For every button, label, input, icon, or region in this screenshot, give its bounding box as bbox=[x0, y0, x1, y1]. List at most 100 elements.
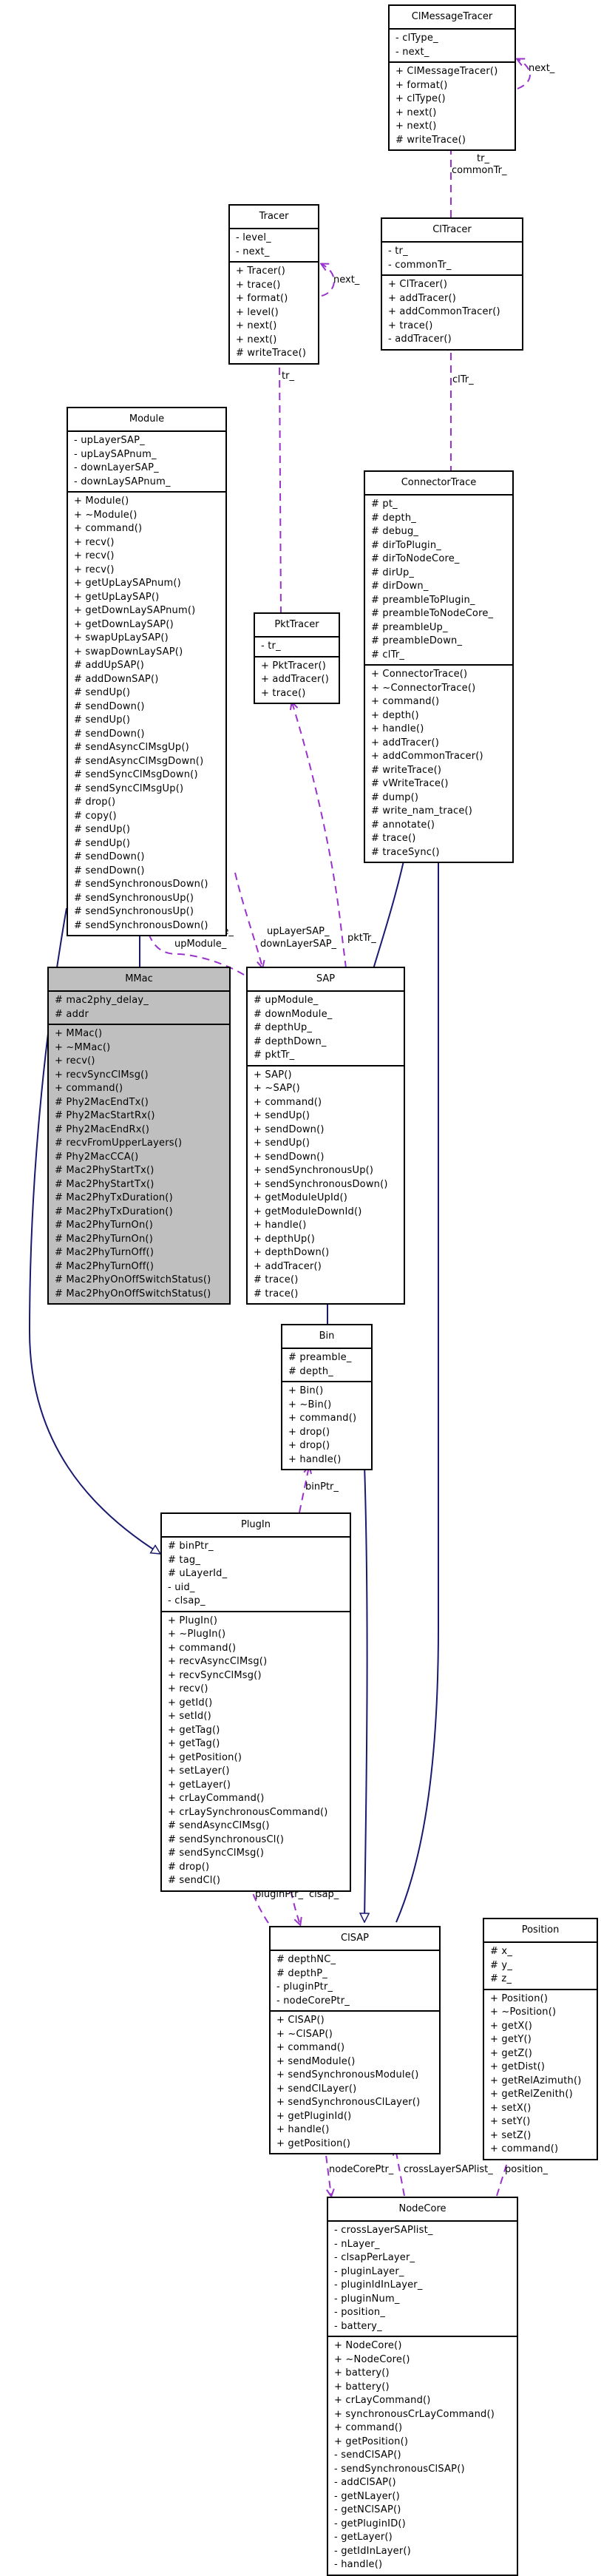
class-connectortrace[interactable]: ConnectorTrace # pt_ # depth_ # debug_ # dir… bbox=[364, 470, 514, 863]
method-row: + depthUp() bbox=[254, 1233, 315, 1245]
edge-label-commontr: commonTr_ bbox=[452, 165, 507, 176]
method-row: - handle() bbox=[334, 2559, 383, 2570]
method-row: + recv() bbox=[55, 1055, 95, 1066]
attribute-row: - downLaySAPnum_ bbox=[74, 476, 171, 487]
method-row: # trace() bbox=[254, 1288, 299, 1299]
method-row: + NodeCore() bbox=[334, 2340, 402, 2351]
method-row: + command() bbox=[276, 2042, 345, 2053]
attribute-row: # downModule_ bbox=[254, 1008, 333, 1020]
method-row: + sendModule() bbox=[276, 2055, 356, 2067]
method-row: # sendSyncClMsgUp() bbox=[74, 782, 184, 794]
method-row: + ~Module() bbox=[74, 509, 137, 521]
attribute-row: # dirToNodeCore_ bbox=[371, 553, 460, 564]
method-row: + ~ClSAP() bbox=[276, 2028, 333, 2040]
edge-label-pkttr: pktTr_ bbox=[347, 933, 376, 944]
method-row: + handle() bbox=[276, 2124, 330, 2135]
class-module[interactable]: Module - upLayerSAP_ - upLaySAPnum_ - downL… bbox=[67, 407, 227, 936]
attribute-row: # pktTr_ bbox=[254, 1049, 295, 1061]
method-row: - getNLayer() bbox=[334, 2490, 400, 2502]
method-row: # sendSynchronousCl() bbox=[168, 1833, 285, 1845]
class-clsap[interactable]: ClSAP # depthNC_ # depthP_ - pluginPtr_ - no… bbox=[269, 1926, 441, 2154]
method-row: + recvAsyncClMsg() bbox=[168, 1656, 268, 1667]
class-cltracer[interactable]: ClTracer - tr_ - commonTr_ + ClTracer() + ad… bbox=[381, 217, 523, 351]
class-name-tracer: Tracer bbox=[230, 206, 318, 229]
class-name-pkttracer: PktTracer bbox=[255, 614, 339, 638]
method-row: # Mac2PhyStartTx() bbox=[55, 1178, 155, 1190]
class-bin[interactable]: Bin # preamble_ # depth_ + Bin() + ~Bin() + c… bbox=[281, 1324, 373, 1470]
attribute-row: - crossLayerSAPlist_ bbox=[334, 2225, 433, 2236]
method-row: # Phy2MacEndRx() bbox=[55, 1123, 150, 1135]
class-sap[interactable]: SAP # upModule_ # downModule_ # depthUp_ # d… bbox=[246, 967, 405, 1305]
method-row: # sendAsyncClMsgUp() bbox=[74, 742, 189, 753]
method-row: # Mac2PhyTxDuration() bbox=[55, 1206, 173, 1217]
edge-label-downlayersap: downLayerSAP_ bbox=[260, 939, 337, 950]
class-name-mmac: MMac bbox=[49, 968, 229, 992]
method-row: + clType() bbox=[395, 93, 446, 104]
method-row: # sendAsyncClMsg() bbox=[168, 1820, 270, 1831]
method-row: # Phy2MacEndTx() bbox=[55, 1096, 149, 1108]
edge-label-uplayersap: upLayerSAP_ bbox=[267, 926, 330, 937]
method-row: + trace() bbox=[388, 320, 433, 331]
class-name-module: Module bbox=[68, 408, 225, 432]
method-row: + ~MMac() bbox=[55, 1041, 111, 1053]
attribute-row: # x_ bbox=[490, 1946, 513, 1957]
attribute-row: # y_ bbox=[490, 1959, 513, 1971]
method-row: + recv() bbox=[74, 550, 115, 561]
edge-label-upmodule: upModule_ bbox=[174, 939, 227, 950]
connectortrace-attributes-section: # pt_ # depth_ # debug_ # dirToPlugin_ # dir… bbox=[365, 496, 512, 666]
edge-label-next: next_ bbox=[529, 63, 555, 74]
method-row: # sendSynchronousDown() bbox=[74, 919, 208, 931]
class-plugin[interactable]: PlugIn # binPtr_ # tag_ # uLayerId_ - uid_ - … bbox=[160, 1512, 351, 1892]
method-row: + ConnectorTrace() bbox=[371, 669, 468, 680]
clmessagetracer-attributes-section: - clType_ - next_ bbox=[390, 30, 515, 63]
method-row: # Mac2PhyTurnOn() bbox=[55, 1233, 153, 1245]
method-row: - addTracer() bbox=[388, 334, 452, 345]
attribute-row: # preambleUp_ bbox=[371, 621, 448, 633]
method-row: + getRelZenith() bbox=[490, 2089, 573, 2100]
method-row: + ~NodeCore() bbox=[334, 2353, 410, 2365]
method-row: - getPluginID() bbox=[334, 2518, 406, 2529]
method-row: + addTracer() bbox=[261, 674, 330, 685]
method-row: + getRelAzimuth() bbox=[490, 2075, 582, 2086]
attribute-row: # preamble_ bbox=[288, 1352, 352, 1363]
method-row: + addTracer() bbox=[254, 1260, 322, 1272]
method-row: + PlugIn() bbox=[168, 1615, 218, 1626]
method-row: # drop() bbox=[74, 797, 116, 808]
class-mmac[interactable]: MMac # mac2phy_delay_ # addr + MMac() + ~MMa… bbox=[47, 967, 231, 1305]
method-row: + sendSynchronousClLayer() bbox=[276, 2097, 421, 2108]
method-row: + addTracer() bbox=[371, 737, 440, 748]
usage-pkttracer-tracer bbox=[279, 356, 281, 615]
method-row: + getDownLaySAP() bbox=[74, 618, 174, 630]
class-nodecore[interactable]: NodeCore - crossLayerSAPlist_ - nLayer_ - c… bbox=[327, 2197, 518, 2576]
attribute-row: - pluginLayer_ bbox=[334, 2265, 404, 2277]
attribute-row: # upModule_ bbox=[254, 995, 319, 1006]
class-clmessagetracer[interactable]: ClMessageTracer - clType_ - next_ + ClMessa… bbox=[388, 4, 516, 151]
method-row: + setId() bbox=[168, 1711, 211, 1722]
method-row: + synchronousCrLayCommand() bbox=[334, 2408, 495, 2420]
method-row: + command() bbox=[168, 1642, 237, 1654]
method-row: + trace() bbox=[261, 687, 306, 699]
method-row: - getLayer() bbox=[334, 2532, 393, 2543]
method-row: # drop() bbox=[168, 1861, 210, 1873]
edge-label-tracer-tr: tr_ bbox=[282, 371, 294, 382]
attribute-row: - clsap_ bbox=[168, 1595, 206, 1606]
method-row: + addCommonTracer() bbox=[388, 306, 500, 317]
tracer-methods-section: + Tracer() + trace() + format() + level() + … bbox=[230, 263, 318, 363]
method-row: + next() bbox=[395, 107, 437, 118]
method-row: + Position() bbox=[490, 1992, 549, 2004]
class-tracer[interactable]: Tracer - level_ - next_ + Tracer() + trace()… bbox=[228, 204, 319, 365]
method-row: # Phy2MacCCA() bbox=[55, 1151, 139, 1163]
usage-module-sap bbox=[234, 872, 262, 967]
method-row: + format() bbox=[395, 79, 448, 91]
method-row: - getNClSAP() bbox=[334, 2504, 401, 2515]
method-row: + PktTracer() bbox=[261, 660, 327, 672]
attribute-row: - clsapPerLayer_ bbox=[334, 2252, 415, 2263]
method-row: + ~SAP() bbox=[254, 1083, 300, 1094]
class-position[interactable]: Position # x_ # y_ # z_ + Position() + ~Posit… bbox=[483, 1918, 598, 2160]
edge-label-nodecoreptr: nodeCorePtr_ bbox=[329, 2164, 394, 2175]
attribute-row: - nodeCorePtr_ bbox=[276, 1995, 350, 2007]
attribute-row: - clType_ bbox=[395, 33, 438, 44]
method-row: # sendSynchronousUp() bbox=[74, 892, 194, 904]
attribute-row: # preambleToNodeCore_ bbox=[371, 608, 494, 619]
class-pkttracer[interactable]: PktTracer - tr_ + PktTracer() + addTracer()… bbox=[254, 612, 340, 704]
